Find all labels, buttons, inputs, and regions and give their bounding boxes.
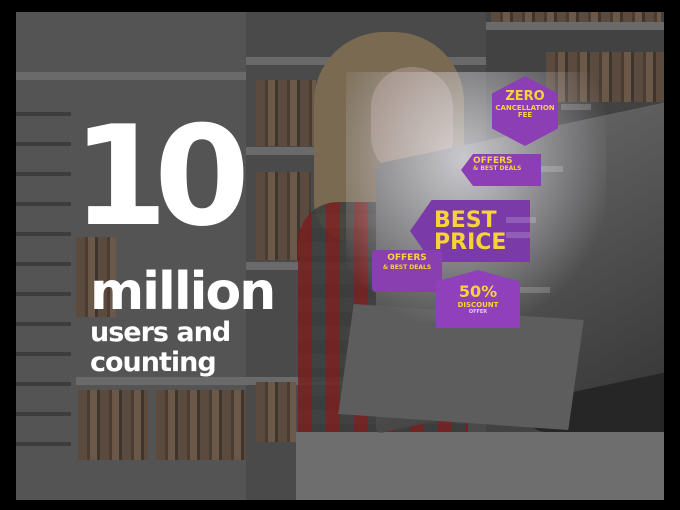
zero-fee-title: ZERO bbox=[505, 89, 545, 104]
book-row bbox=[256, 80, 316, 146]
shutter-slat bbox=[16, 262, 71, 266]
zero-fee-subtitle: CANCELLATION FEE bbox=[495, 104, 555, 119]
shutter-slat bbox=[16, 172, 71, 176]
book-stack bbox=[78, 390, 148, 460]
book-stack bbox=[156, 390, 246, 460]
shutter-slat bbox=[16, 142, 71, 146]
offers-tag-top: OFFERS & BEST DEALS bbox=[461, 154, 541, 186]
shutter-slat bbox=[16, 382, 71, 386]
shelf-plank bbox=[76, 377, 251, 385]
discount-sublabel: OFFER bbox=[468, 309, 488, 315]
shutter-slat bbox=[16, 292, 71, 296]
shelf-plank bbox=[486, 22, 664, 30]
promo-banner: ZERO CANCELLATION FEE OFFERS & BEST DEAL… bbox=[16, 12, 664, 500]
best-price-title: BEST PRICE bbox=[434, 208, 507, 255]
bed bbox=[296, 432, 664, 500]
shutter-slat bbox=[16, 412, 71, 416]
book-row bbox=[491, 12, 661, 22]
offers-tag-left: OFFERS & BEST DEALS bbox=[372, 250, 442, 292]
shutter-slat bbox=[16, 322, 71, 326]
offers-top-subtitle: & BEST DEALS bbox=[473, 165, 522, 172]
headline-line-2: counting bbox=[90, 347, 217, 378]
shutter-slat bbox=[16, 202, 71, 206]
headline-number: 10 bbox=[72, 96, 250, 257]
offers-left-title: OFFERS bbox=[387, 253, 427, 263]
headline-line-1: users and bbox=[90, 317, 231, 348]
shutter-slat bbox=[16, 112, 71, 116]
tag-stripe bbox=[541, 166, 563, 172]
book-row bbox=[256, 382, 296, 442]
tag-stripe bbox=[506, 217, 536, 223]
headline-unit: million bbox=[90, 262, 276, 322]
offers-left-subtitle: & BEST DEALS bbox=[382, 264, 432, 271]
discount-tag: 50% DISCOUNT OFFER bbox=[436, 270, 520, 328]
shutter-slat bbox=[16, 442, 71, 446]
tag-stripe bbox=[506, 232, 530, 238]
tag-stripe bbox=[561, 104, 591, 110]
discount-label: DISCOUNT bbox=[457, 301, 499, 309]
tag-stripe bbox=[520, 287, 550, 293]
shutter-slat bbox=[16, 232, 71, 236]
shelf-plank bbox=[16, 72, 251, 80]
shutter-slat bbox=[16, 352, 71, 356]
discount-percent: 50% bbox=[458, 282, 498, 301]
